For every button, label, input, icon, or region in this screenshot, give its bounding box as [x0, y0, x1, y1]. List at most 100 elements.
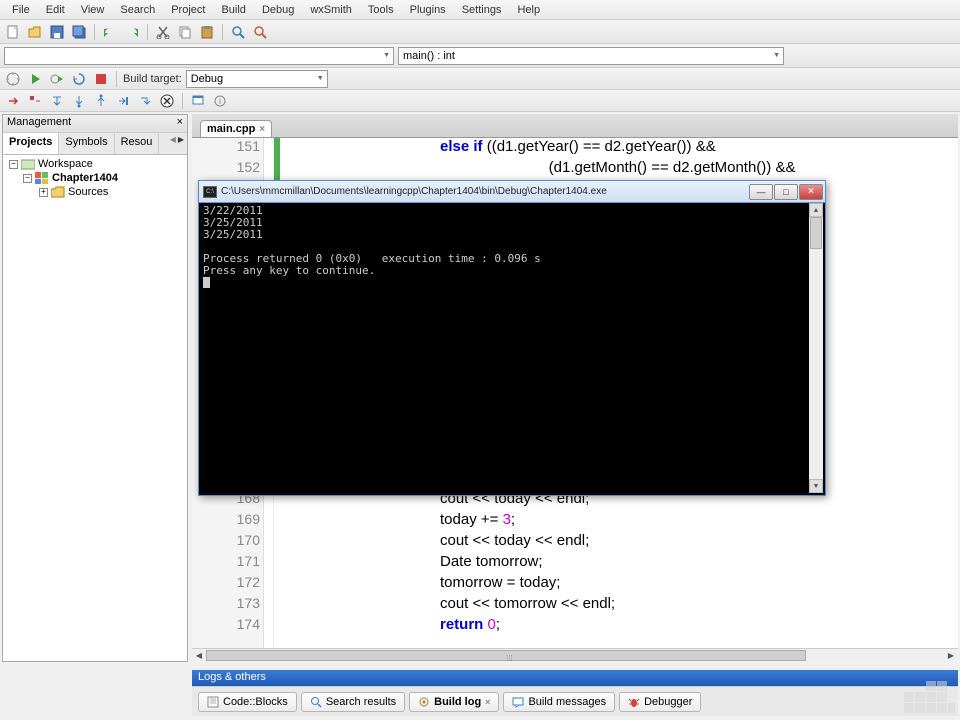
console-title: C:\Users\mmcmillan\Documents\learningcpp…: [221, 186, 745, 197]
logs-header: Logs & others: [192, 670, 958, 686]
notebook-icon: [207, 696, 219, 708]
search-icon: [310, 696, 322, 708]
tree-project[interactable]: − Chapter1404: [5, 171, 185, 185]
log-tab-debugger[interactable]: Debugger: [619, 692, 701, 712]
menu-build[interactable]: Build: [213, 2, 253, 18]
rebuild-button[interactable]: [70, 70, 88, 88]
menu-bar: File Edit View Search Project Build Debu…: [0, 0, 960, 20]
management-panel: Management × Projects Symbols Resou ◀ ▶ …: [2, 114, 188, 662]
debug-continue-button[interactable]: [4, 92, 22, 110]
folder-icon: [51, 186, 65, 198]
copy-button[interactable]: [176, 23, 194, 41]
abort-button[interactable]: [92, 70, 110, 88]
next-instr-button[interactable]: [114, 92, 132, 110]
build-button[interactable]: [4, 70, 22, 88]
find-button[interactable]: [229, 23, 247, 41]
undo-button[interactable]: [101, 23, 119, 41]
log-tab-search[interactable]: Search results: [301, 692, 405, 712]
paste-button[interactable]: [198, 23, 216, 41]
menu-debug[interactable]: Debug: [254, 2, 302, 18]
scroll-up-icon[interactable]: ▲: [809, 203, 823, 217]
debug-toolbar: i: [0, 90, 960, 112]
step-out-button[interactable]: [92, 92, 110, 110]
menu-search[interactable]: Search: [112, 2, 163, 18]
bug-icon: [628, 696, 640, 708]
project-tree: − Workspace − Chapter1404 + Sources: [3, 155, 187, 201]
build-target-combo[interactable]: Debug: [186, 70, 328, 88]
build-run-button[interactable]: [48, 70, 66, 88]
menu-edit[interactable]: Edit: [38, 2, 73, 18]
tree-sources-folder[interactable]: + Sources: [5, 185, 185, 199]
tab-projects[interactable]: Projects: [3, 133, 59, 154]
scrollbar-thumb[interactable]: ⁞⁞⁞: [206, 650, 806, 661]
info-button[interactable]: i: [211, 92, 229, 110]
minimize-button[interactable]: —: [749, 184, 773, 200]
close-window-button[interactable]: ✕: [799, 184, 823, 200]
menu-plugins[interactable]: Plugins: [402, 2, 454, 18]
main-toolbar: [0, 20, 960, 44]
console-vertical-scrollbar[interactable]: ▲ ▼: [809, 203, 823, 493]
tab-nav-left-icon[interactable]: ◀: [169, 135, 177, 144]
collapse-icon[interactable]: −: [23, 174, 32, 183]
logs-tabs: Code::Blocks Search results Build log × …: [192, 686, 958, 716]
svg-text:i: i: [219, 96, 221, 106]
scroll-right-icon[interactable]: ▶: [944, 649, 958, 662]
open-file-button[interactable]: [26, 23, 44, 41]
expand-icon[interactable]: +: [39, 188, 48, 197]
function-combo[interactable]: main() : int: [398, 47, 784, 65]
find-replace-button[interactable]: [251, 23, 269, 41]
management-tabs: Projects Symbols Resou ◀ ▶: [3, 133, 187, 155]
menu-help[interactable]: Help: [509, 2, 548, 18]
cut-button[interactable]: [154, 23, 172, 41]
scroll-down-icon[interactable]: ▼: [809, 479, 823, 493]
stop-debugger-button[interactable]: [158, 92, 176, 110]
tab-resources[interactable]: Resou: [115, 133, 160, 154]
logs-panel: Logs & others Code::Blocks Search result…: [192, 670, 958, 720]
maximize-button[interactable]: □: [774, 184, 798, 200]
log-tab-codeblocks[interactable]: Code::Blocks: [198, 692, 297, 712]
scrollbar-thumb[interactable]: [810, 217, 822, 249]
management-title-bar: Management ×: [3, 115, 187, 133]
project-icon: [35, 172, 49, 184]
close-icon[interactable]: ×: [177, 116, 183, 131]
close-tab-icon[interactable]: ×: [259, 124, 265, 135]
menu-tools[interactable]: Tools: [360, 2, 402, 18]
step-into-button[interactable]: [70, 92, 88, 110]
menu-view[interactable]: View: [73, 2, 113, 18]
console-window: C:\ C:\Users\mmcmillan\Documents\learnin…: [198, 180, 826, 496]
console-icon: C:\: [203, 186, 217, 198]
save-button[interactable]: [48, 23, 66, 41]
build-toolbar: Build target: Debug: [0, 68, 960, 90]
next-line-button[interactable]: [48, 92, 66, 110]
tree-workspace[interactable]: − Workspace: [5, 157, 185, 171]
redo-button[interactable]: [123, 23, 141, 41]
run-to-cursor-button[interactable]: [26, 92, 44, 110]
menu-settings[interactable]: Settings: [454, 2, 510, 18]
build-target-label: Build target:: [123, 73, 182, 85]
scope-toolbar: main() : int: [0, 44, 960, 68]
log-tab-build-log[interactable]: Build log ×: [409, 692, 499, 712]
run-button[interactable]: [26, 70, 44, 88]
editor-tab-main[interactable]: main.cpp ×: [200, 120, 272, 137]
step-into-instr-button[interactable]: [136, 92, 154, 110]
console-output[interactable]: 3/22/2011 3/25/2011 3/25/2011 Process re…: [201, 203, 809, 493]
editor-tabs: main.cpp ×: [192, 114, 958, 138]
log-tab-build-messages[interactable]: Build messages: [503, 692, 615, 712]
tab-symbols[interactable]: Symbols: [59, 133, 114, 154]
workspace-icon: [21, 158, 35, 170]
menu-file[interactable]: File: [4, 2, 38, 18]
editor-horizontal-scrollbar[interactable]: ◀ ⁞⁞⁞ ▶: [192, 648, 958, 662]
menu-wxsmith[interactable]: wxSmith: [302, 2, 360, 18]
scope-combo[interactable]: [4, 47, 394, 65]
scroll-left-icon[interactable]: ◀: [192, 649, 206, 662]
menu-project[interactable]: Project: [163, 2, 213, 18]
collapse-icon[interactable]: −: [9, 160, 18, 169]
close-log-icon[interactable]: ×: [485, 697, 490, 707]
messages-icon: [512, 696, 524, 708]
save-all-button[interactable]: [70, 23, 88, 41]
debugging-windows-button[interactable]: [189, 92, 207, 110]
tab-nav-right-icon[interactable]: ▶: [177, 135, 185, 144]
gear-icon: [418, 696, 430, 708]
console-titlebar[interactable]: C:\ C:\Users\mmcmillan\Documents\learnin…: [199, 181, 825, 203]
new-file-button[interactable]: [4, 23, 22, 41]
